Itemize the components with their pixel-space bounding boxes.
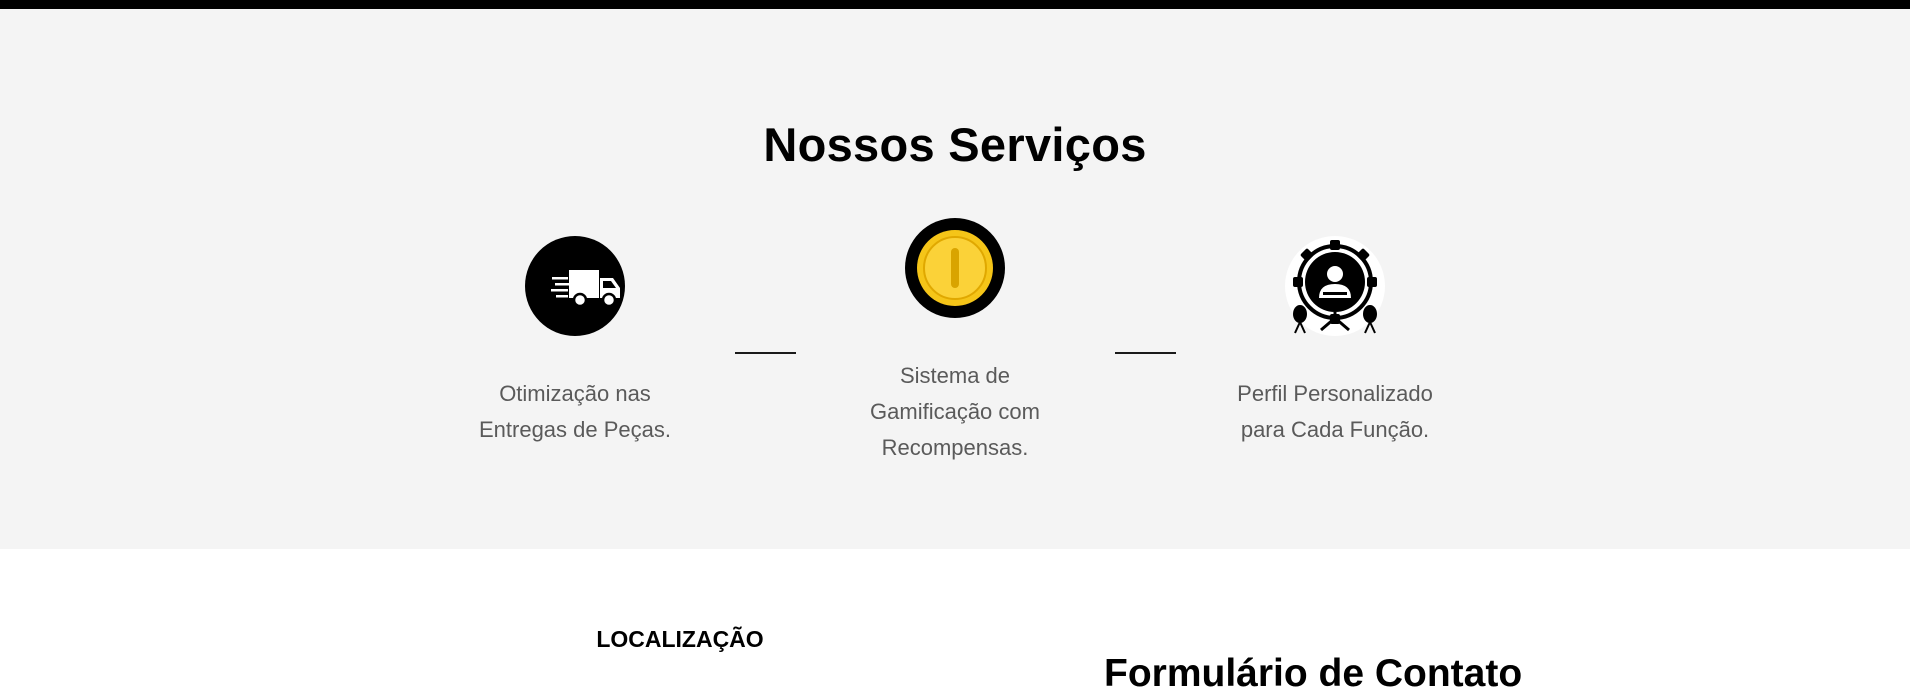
profile-gear-icon (1285, 236, 1385, 336)
service-description: Otimização nas Entregas de Peças. (478, 381, 671, 442)
gold-coin-icon (905, 218, 1005, 318)
location-heading: LOCALIZAÇÃO (596, 626, 764, 652)
connector-line (1115, 352, 1176, 354)
bottom-section: LOCALIZAÇÃO Formulário de Contato (0, 549, 1910, 695)
services-section: Nossos Serviços Otimização nas Entregas … (0, 9, 1910, 549)
service-description: Sistema de Gamificação com Recompensas. (870, 363, 1040, 460)
contact-form-heading: Formulário de Contato (1104, 652, 1523, 695)
top-bar (0, 0, 1910, 9)
delivery-truck-icon (525, 236, 625, 336)
service-description: Perfil Personalizado para Cada Função. (1237, 381, 1433, 442)
connector-line (735, 352, 796, 354)
services-title: Nossos Serviços (763, 118, 1147, 171)
